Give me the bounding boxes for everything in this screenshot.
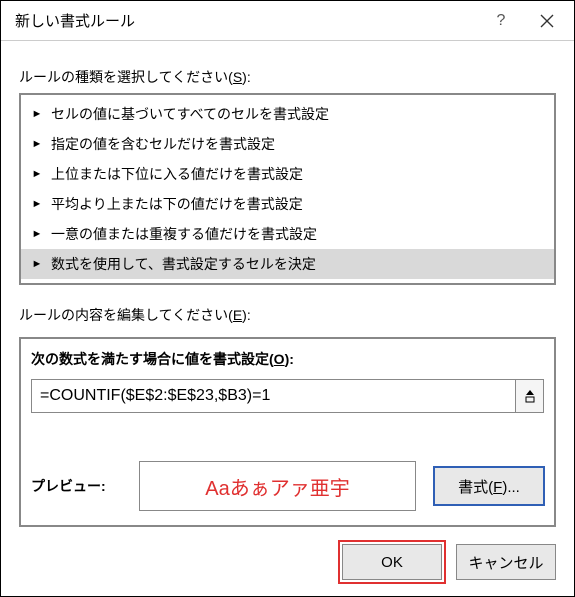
rule-type-label: ルールの種類を選択してください(S): <box>19 67 556 87</box>
bullet-arrow-icon: ► <box>31 228 43 240</box>
rule-type-item-label: セルの値に基づいてすべてのセルを書式設定 <box>51 104 329 124</box>
edit-rule-label-pre: ルールの内容を編集してください( <box>19 307 233 323</box>
formula-row <box>31 379 544 413</box>
edit-rule-access: E <box>233 307 242 323</box>
formula-input[interactable] <box>31 379 516 413</box>
edit-rule-label-post: ): <box>242 307 251 323</box>
preview-row: プレビュー: Aaあぁアァ亜宇 書式(F)... <box>31 461 544 511</box>
format-btn-access: F <box>493 479 502 496</box>
bullet-arrow-icon: ► <box>31 108 43 120</box>
help-icon: ? <box>497 12 506 30</box>
edit-rule-box: 次の数式を満たす場合に値を書式設定(O): プレビュー: Aaあぁアァ亜宇 書式… <box>19 337 556 527</box>
formula-label: 次の数式を満たす場合に値を書式設定(O): <box>31 349 544 369</box>
collapse-icon <box>524 389 536 403</box>
format-btn-post: )... <box>502 479 520 496</box>
close-button[interactable] <box>524 3 570 39</box>
bullet-arrow-icon: ► <box>31 258 43 270</box>
formula-label-pre: 次の数式を満たす場合に値を書式設定( <box>31 351 274 367</box>
dialog-title: 新しい書式ルール <box>15 10 478 31</box>
cancel-button[interactable]: キャンセル <box>456 544 556 580</box>
rule-type-item[interactable]: ► 上位または下位に入る値だけを書式設定 <box>21 159 554 189</box>
help-button[interactable]: ? <box>478 3 524 39</box>
dialog-button-row: OK キャンセル <box>1 544 574 596</box>
rule-type-item[interactable]: ► セルの値に基づいてすべてのセルを書式設定 <box>21 99 554 129</box>
rule-type-access: S <box>233 69 242 85</box>
collapse-dialog-button[interactable] <box>516 379 544 413</box>
ok-button[interactable]: OK <box>342 544 442 580</box>
formula-access: O <box>274 351 285 367</box>
preview-label: プレビュー: <box>31 476 121 496</box>
rule-type-item-label: 平均より上または下の値だけを書式設定 <box>51 194 303 214</box>
rule-type-label-post: ): <box>242 69 251 85</box>
rule-type-item[interactable]: ► 一意の値または重複する値だけを書式設定 <box>21 219 554 249</box>
dialog-content: ルールの種類を選択してください(S): ► セルの値に基づいてすべてのセルを書式設… <box>1 41 574 544</box>
bullet-arrow-icon: ► <box>31 198 43 210</box>
close-icon <box>540 14 554 28</box>
edit-rule-label: ルールの内容を編集してください(E): <box>19 305 556 325</box>
format-btn-pre: 書式( <box>458 479 493 496</box>
rule-type-item[interactable]: ► 指定の値を含むセルだけを書式設定 <box>21 129 554 159</box>
rule-type-item-label: 指定の値を含むセルだけを書式設定 <box>51 134 275 154</box>
rule-type-item-label: 一意の値または重複する値だけを書式設定 <box>51 224 317 244</box>
titlebar: 新しい書式ルール ? <box>1 1 574 41</box>
formula-label-post: ): <box>285 351 294 367</box>
bullet-arrow-icon: ► <box>31 168 43 180</box>
rule-type-label-pre: ルールの種類を選択してください( <box>19 69 233 85</box>
bullet-arrow-icon: ► <box>31 138 43 150</box>
rule-type-item[interactable]: ► 平均より上または下の値だけを書式設定 <box>21 189 554 219</box>
rule-type-item-label: 数式を使用して、書式設定するセルを決定 <box>51 254 316 274</box>
format-button[interactable]: 書式(F)... <box>434 467 544 505</box>
rule-type-item[interactable]: ► 数式を使用して、書式設定するセルを決定 <box>21 249 554 279</box>
rule-type-list[interactable]: ► セルの値に基づいてすべてのセルを書式設定 ► 指定の値を含むセルだけを書式設定 ► 上… <box>19 93 556 285</box>
rule-type-item-label: 上位または下位に入る値だけを書式設定 <box>51 164 303 184</box>
preview-sample: Aaあぁアァ亜宇 <box>139 461 416 511</box>
